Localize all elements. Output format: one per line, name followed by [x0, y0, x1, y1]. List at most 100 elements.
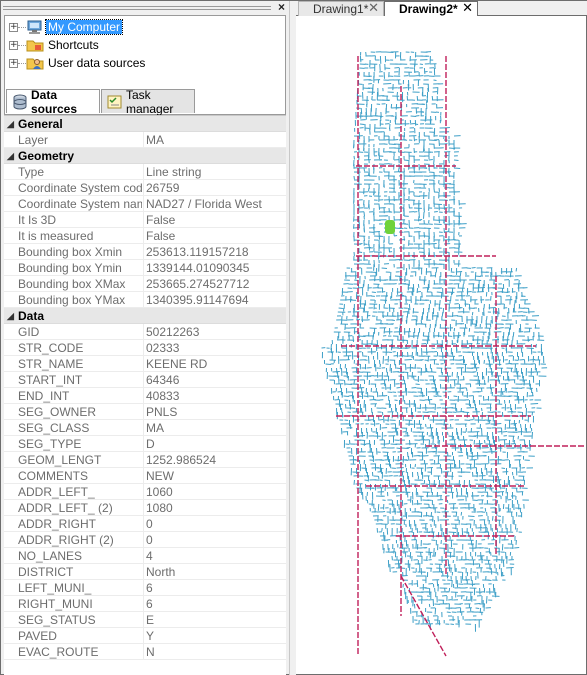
property-value[interactable]: False	[146, 228, 284, 244]
property-value[interactable]: MA	[146, 132, 284, 148]
collapse-icon[interactable]: ◢	[7, 308, 14, 324]
property-row[interactable]: SEG_CLASS MA	[4, 420, 286, 436]
street-segment	[403, 199, 409, 201]
property-row[interactable]: END_INT 40833	[4, 388, 286, 404]
street-segment	[423, 231, 425, 238]
property-row[interactable]: SEG_OWNER PNLS	[4, 404, 286, 420]
close-icon[interactable]: ×	[278, 0, 285, 14]
property-row[interactable]: PAVED Y	[4, 628, 286, 644]
property-row[interactable]: ADDR_LEFT_ 1060	[4, 484, 286, 500]
expand-icon[interactable]: +	[9, 58, 18, 68]
expand-icon[interactable]: +	[9, 22, 18, 32]
property-row[interactable]: EVAC_ROUTE N	[4, 644, 286, 660]
property-value[interactable]: North	[146, 564, 284, 580]
property-row[interactable]: Coordinate System name NAD27 / Florida We…	[4, 196, 286, 212]
property-row[interactable]: Layer MA	[4, 132, 286, 148]
property-row[interactable]: LEFT_MUNI_ 6	[4, 580, 286, 596]
property-value[interactable]: 64346	[146, 372, 284, 388]
property-value[interactable]: 1080	[146, 500, 284, 516]
property-value[interactable]: 253665.274527712	[146, 276, 284, 292]
property-row[interactable]: STR_NAME KEENE RD	[4, 356, 286, 372]
tab-task-manager[interactable]: Task manager	[101, 88, 195, 116]
close-icon[interactable]: ✕	[368, 2, 379, 16]
data-rows: GID 50212263 STR_CODE 02333 STR_NAME KEENE RD…	[4, 324, 286, 660]
property-value[interactable]: 0	[146, 516, 284, 532]
property-value[interactable]: E	[146, 612, 284, 628]
property-row[interactable]: GID 50212263	[4, 324, 286, 340]
property-row[interactable]: SEG_STATUS E	[4, 612, 286, 628]
property-value[interactable]: Line string	[146, 164, 284, 180]
property-row[interactable]: It Is 3D False	[4, 212, 286, 228]
tree-item-shortcuts[interactable]: + Shortcuts	[9, 36, 101, 54]
tab-drawing2[interactable]: Drawing2* ✕	[384, 1, 478, 17]
property-value[interactable]: PNLS	[146, 404, 284, 420]
property-row[interactable]: ADDR_RIGHT 0	[4, 516, 286, 532]
road-network-map[interactable]	[296, 16, 586, 674]
property-row[interactable]: RIGHT_MUNI 6	[4, 596, 286, 612]
collapse-icon[interactable]: ◢	[7, 116, 14, 132]
property-value[interactable]: 1340395.91147694	[146, 292, 284, 308]
property-value[interactable]: False	[146, 212, 284, 228]
panel-grip[interactable]	[3, 6, 271, 10]
property-value[interactable]: 50212263	[146, 324, 284, 340]
property-row[interactable]: DISTRICT North	[4, 564, 286, 580]
property-row[interactable]: It is measured False	[4, 228, 286, 244]
expand-icon[interactable]: +	[9, 40, 18, 50]
tree-item-my-computer[interactable]: + My Computer	[9, 18, 124, 36]
property-value[interactable]: 02333	[146, 340, 284, 356]
property-row[interactable]: Type Line string	[4, 164, 286, 180]
tab-data-sources[interactable]: Data sources	[6, 88, 100, 116]
property-row[interactable]: ADDR_LEFT_ (2) 1080	[4, 500, 286, 516]
property-value[interactable]: 4	[146, 548, 284, 564]
collapse-icon[interactable]: ◢	[7, 148, 14, 164]
property-row[interactable]: GEOM_LENGT 1252.986524	[4, 452, 286, 468]
property-row[interactable]: START_INT 64346	[4, 372, 286, 388]
property-row[interactable]: Bounding box YMax 1340395.91147694	[4, 292, 286, 308]
property-row[interactable]: COMMENTS NEW	[4, 468, 286, 484]
selected-road-segment[interactable]	[385, 220, 395, 234]
property-row[interactable]: SEG_TYPE D	[4, 436, 286, 452]
property-value[interactable]: 1252.986524	[146, 452, 284, 468]
panel-header[interactable]: ×	[1, 0, 289, 15]
column-divider	[143, 324, 144, 340]
tree-item-label[interactable]: My Computer	[44, 19, 124, 35]
map-canvas[interactable]	[296, 16, 586, 674]
property-value[interactable]: 0	[146, 532, 284, 548]
category-geometry[interactable]: ◢ Geometry	[4, 148, 286, 164]
property-row[interactable]: Bounding box Xmin 253613.119157218	[4, 244, 286, 260]
property-value[interactable]: 40833	[146, 388, 284, 404]
property-row[interactable]: Bounding box Ymin 1339144.01090345	[4, 260, 286, 276]
property-value[interactable]: MA	[146, 420, 284, 436]
street-segment	[483, 375, 485, 380]
property-value[interactable]: 253613.119157218	[146, 244, 284, 260]
property-row[interactable]: Coordinate System code 26759	[4, 180, 286, 196]
property-value[interactable]: NEW	[146, 468, 284, 484]
property-key: Bounding box Ymin	[18, 261, 122, 275]
tree-item-label[interactable]: Shortcuts	[46, 38, 101, 52]
tree-item-user-data-sources[interactable]: + User data sources	[9, 54, 147, 72]
property-value[interactable]: 6	[146, 580, 284, 596]
property-value[interactable]: 1060	[146, 484, 284, 500]
property-value[interactable]: 1339144.01090345	[146, 260, 284, 276]
property-value[interactable]: N	[146, 644, 284, 660]
property-value[interactable]: 6	[146, 596, 284, 612]
category-data[interactable]: ◢ Data	[4, 308, 286, 324]
property-row[interactable]: STR_CODE 02333	[4, 340, 286, 356]
property-row[interactable]: ADDR_RIGHT (2) 0	[4, 532, 286, 548]
pane-splitter[interactable]	[289, 1, 296, 675]
property-row[interactable]: Bounding box XMax 253665.274527712	[4, 276, 286, 292]
property-value[interactable]: NAD27 / Florida West	[146, 196, 284, 212]
category-title: General	[18, 117, 63, 131]
property-value[interactable]: D	[146, 436, 284, 452]
tab-drawing1[interactable]: Drawing1* ✕	[298, 1, 384, 16]
street-segment	[456, 371, 458, 378]
category-general[interactable]: ◢ General	[4, 116, 286, 132]
property-value[interactable]: KEENE RD	[146, 356, 284, 372]
street-segment	[407, 371, 409, 380]
property-value[interactable]: 26759	[146, 180, 284, 196]
street-segment	[514, 547, 520, 549]
close-icon[interactable]: ✕	[462, 2, 473, 16]
tree-item-label[interactable]: User data sources	[46, 56, 147, 70]
property-value[interactable]: Y	[146, 628, 284, 644]
property-row[interactable]: NO_LANES 4	[4, 548, 286, 564]
